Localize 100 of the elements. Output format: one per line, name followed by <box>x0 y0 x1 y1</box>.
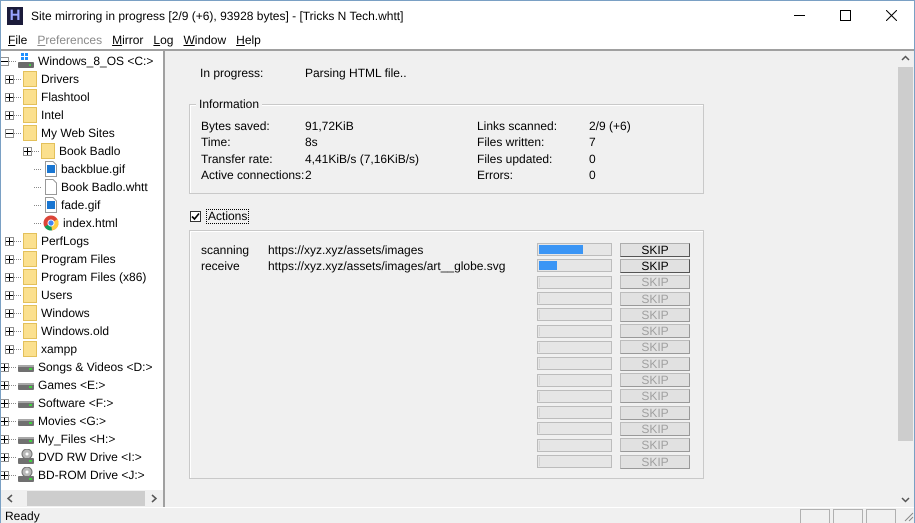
skip-button[interactable]: SKIP <box>620 258 690 273</box>
scroll-thumb[interactable] <box>898 67 913 441</box>
info-value: 2 <box>305 167 312 184</box>
expander-icon[interactable] <box>5 344 14 354</box>
scroll-up-icon[interactable] <box>901 55 910 61</box>
info-label: Files written: <box>477 134 546 152</box>
tree-item[interactable]: Users <box>1 286 163 304</box>
expander-icon[interactable] <box>5 236 14 246</box>
folder-icon <box>23 107 37 123</box>
info-label: Active connections: <box>201 167 305 184</box>
action-url: https://xyz.xyz/assets/images <box>268 242 424 259</box>
disc-drive-icon <box>18 467 34 483</box>
tree-item[interactable]: Movies <G:> <box>1 412 163 430</box>
group-title: Information <box>196 96 262 110</box>
expander-icon[interactable] <box>1 362 9 372</box>
progress-value: Parsing HTML file.. <box>305 65 407 82</box>
progress-label: In progress: <box>200 65 264 82</box>
tree-item[interactable]: Windows <box>1 304 163 322</box>
expander-icon[interactable] <box>1 434 9 444</box>
folder-icon <box>23 341 37 357</box>
info-label: Files updated: <box>477 150 554 168</box>
expander-icon[interactable] <box>23 146 32 156</box>
disc-drive-icon <box>18 449 34 465</box>
info-label: Transfer rate: <box>201 150 274 168</box>
scroll-down-icon[interactable] <box>901 497 910 503</box>
folder-icon <box>41 143 55 159</box>
folder-icon <box>23 89 37 105</box>
action-status: receive <box>201 258 241 275</box>
expander-icon[interactable] <box>5 128 14 138</box>
expander-icon[interactable] <box>1 56 9 66</box>
window-title: Site mirroring in progress [2/9 (+6), 93928 bytes] - [Tricks N Tech.whtt] <box>31 8 404 24</box>
tree-item[interactable]: Program Files (x86) <box>1 268 163 286</box>
info-value: 0 <box>589 167 596 184</box>
checkbox-label[interactable]: Actions <box>206 208 250 224</box>
tree-item[interactable]: Intel <box>1 106 163 124</box>
actions-checkbox[interactable] <box>190 210 201 222</box>
horizontal-scrollbar[interactable] <box>1 490 163 507</box>
expander-icon[interactable] <box>5 290 14 300</box>
info-value: 0 <box>589 150 596 168</box>
menu-item[interactable]: Window <box>178 30 232 48</box>
info-label: Time: <box>201 134 232 152</box>
info-label: Bytes saved: <box>201 118 271 135</box>
tree-item[interactable]: My Web Sites <box>1 124 163 142</box>
menu-item[interactable]: File <box>3 30 32 48</box>
expander-icon[interactable] <box>1 470 9 480</box>
status-pane <box>800 508 830 522</box>
tree-item[interactable]: DVD RW Drive <I:> <box>1 448 163 466</box>
tree-item[interactable]: My_Files <H:> <box>1 430 163 448</box>
folder-icon <box>23 251 37 267</box>
expander-icon[interactable] <box>5 254 14 264</box>
menu-item[interactable]: Mirror <box>107 30 148 48</box>
scroll-right-icon[interactable] <box>150 494 158 503</box>
expander-icon[interactable] <box>1 380 9 390</box>
image-file-icon <box>45 161 57 177</box>
image-file-icon <box>45 197 57 213</box>
tree-item[interactable]: BD-ROM Drive <J:> <box>1 466 163 484</box>
tree-item[interactable]: Book Badlo.whtt <box>1 178 163 196</box>
tree-item[interactable]: PerfLogs <box>1 232 163 250</box>
tree-item[interactable]: Software <F:> <box>1 394 163 412</box>
tree-item[interactable]: Program Files <box>1 250 163 268</box>
tree-item[interactable]: Windows.old <box>1 322 163 340</box>
info-value: 91,72KiB <box>305 118 354 135</box>
skip-button[interactable]: SKIP <box>620 242 690 257</box>
tree-item[interactable]: Windows_8_OS <C:> <box>1 52 163 70</box>
resize-grip-icon[interactable] <box>902 510 914 522</box>
tree-item[interactable]: xampp <box>1 340 163 358</box>
tree-item[interactable]: Games <E:> <box>1 376 163 394</box>
expander-icon[interactable] <box>5 110 14 120</box>
expander-icon[interactable] <box>1 416 9 426</box>
expander-icon[interactable] <box>5 272 14 282</box>
folder-icon <box>23 125 37 141</box>
expander-icon[interactable] <box>1 452 9 462</box>
expander-icon[interactable] <box>5 92 14 102</box>
browser-icon <box>43 215 59 231</box>
tree-item[interactable]: Songs & Videos <D:> <box>1 358 163 376</box>
action-status: scanning <box>201 242 250 259</box>
info-value: 4,41KiB/s (7,16KiB/s) <box>305 150 420 168</box>
drive-icon <box>18 53 34 69</box>
folder-icon <box>23 323 37 339</box>
expander-icon[interactable] <box>5 74 14 84</box>
tree-item[interactable]: Flashtool <box>1 88 163 106</box>
scroll-thumb[interactable] <box>27 491 145 506</box>
folder-icon <box>23 269 37 285</box>
tree-item[interactable]: backblue.gif <box>1 160 163 178</box>
menu-item[interactable]: Log <box>148 30 178 48</box>
tree-item[interactable]: fade.gif <box>1 196 163 214</box>
tree-item[interactable]: Drivers <box>1 70 163 88</box>
tree-item[interactable]: Book Badlo <box>1 142 163 160</box>
scroll-left-icon[interactable] <box>6 494 14 503</box>
expander-icon[interactable] <box>1 398 9 408</box>
app-icon: H <box>7 6 23 24</box>
folder-icon <box>23 71 37 87</box>
expander-icon[interactable] <box>5 326 14 336</box>
folder-icon <box>23 305 37 321</box>
tree-item[interactable]: index.html <box>1 214 163 232</box>
file-icon <box>45 179 57 195</box>
expander-icon[interactable] <box>5 308 14 318</box>
info-value: 8s <box>305 134 318 152</box>
status-pane <box>833 508 863 522</box>
menu-item[interactable]: Help <box>231 30 266 48</box>
